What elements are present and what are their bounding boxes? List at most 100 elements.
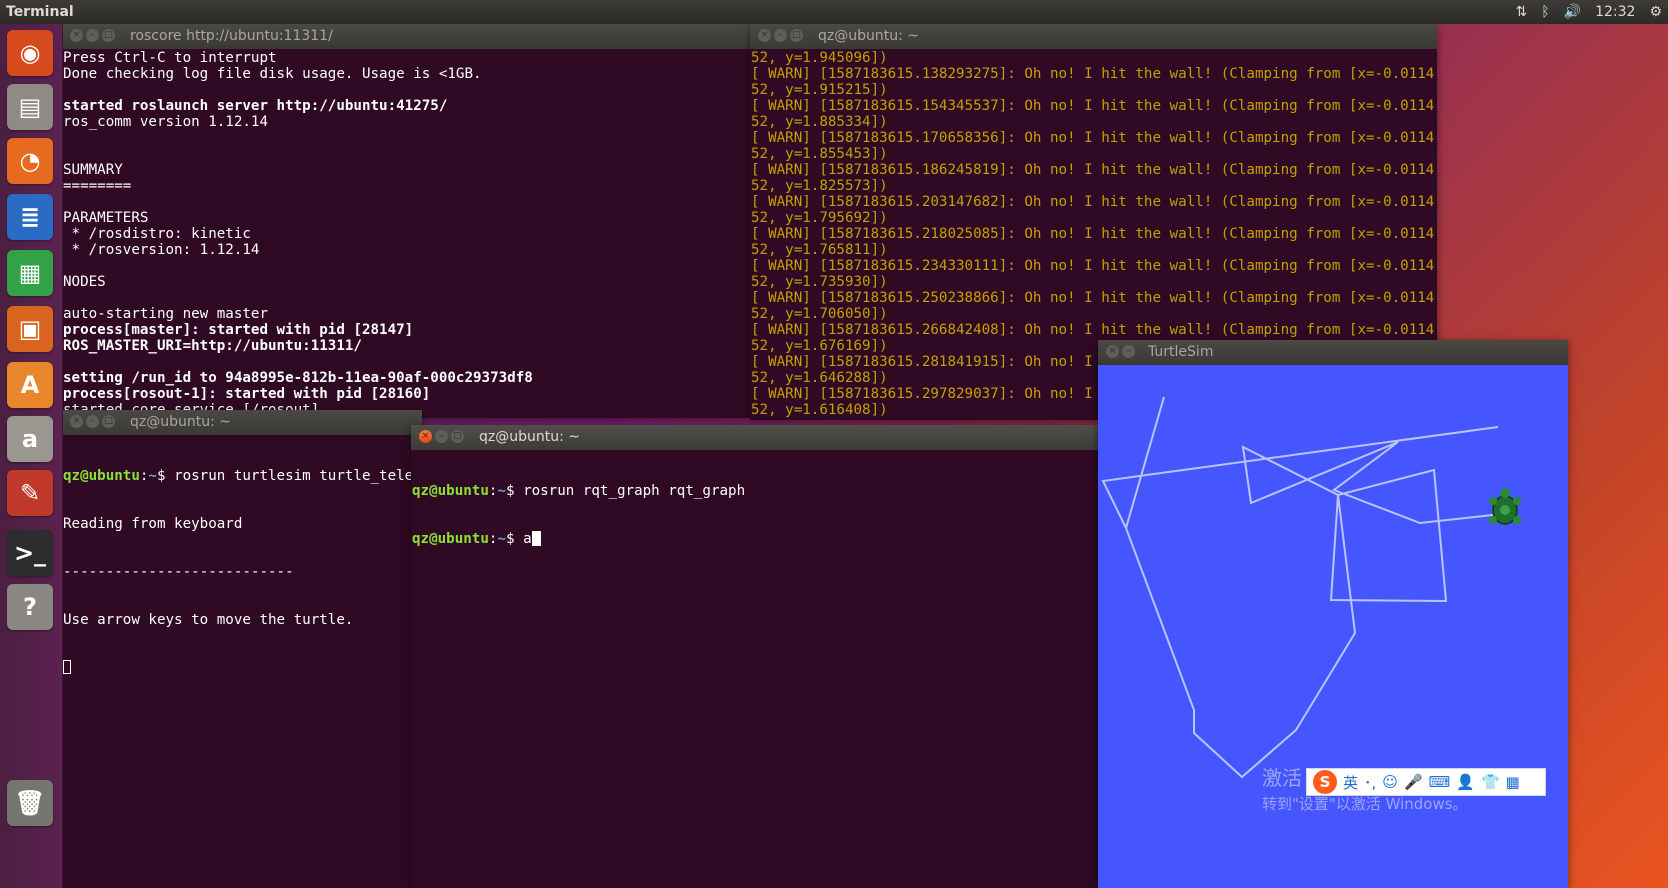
launcher-libreoffice-writer-icon[interactable]: ≣ <box>7 194 53 240</box>
output-line: auto-starting new master <box>63 306 268 322</box>
sogou-logo-icon[interactable]: S <box>1313 770 1337 794</box>
output-line: Done checking log file disk usage. Usage… <box>63 66 482 82</box>
close-button[interactable]: × <box>70 29 83 42</box>
window-title: TurtleSim <box>1148 344 1214 360</box>
prompt-user: qz@ubuntu <box>412 531 489 547</box>
launcher-files-icon[interactable]: ▤ <box>7 84 53 130</box>
warn-line: [ WARN] [1587183615.154345537]: Oh no! I… <box>751 98 1435 114</box>
grid-icon[interactable]: ▦ <box>1506 773 1520 791</box>
output-line: ======== <box>63 178 132 194</box>
warn-titlebar[interactable]: × – □ qz@ubuntu: ~ <box>750 24 1437 49</box>
close-button[interactable]: × <box>419 430 432 443</box>
warn-line: 52, y=1.855453]) <box>751 146 888 162</box>
maximize-button[interactable]: □ <box>790 29 803 42</box>
maximize-button[interactable]: □ <box>102 415 115 428</box>
warn-line: [ WARN] [1587183615.203147682]: Oh no! I… <box>751 194 1435 210</box>
turtle-icon <box>1489 488 1521 525</box>
volume-icon[interactable]: 🔊 <box>1564 0 1581 24</box>
prompt-path: ~ <box>497 531 506 547</box>
text-cursor <box>531 531 541 546</box>
bluetooth-icon[interactable]: ᛒ <box>1541 0 1549 24</box>
warn-line: 52, y=1.885334]) <box>751 114 888 130</box>
close-button[interactable]: × <box>70 415 83 428</box>
rqt-terminal-window[interactable]: × – □ qz@ubuntu: ~ qz@ubuntu:~$ rosrun r… <box>411 425 1098 888</box>
prompt-user: qz@ubuntu <box>63 468 140 484</box>
launcher-ubuntu-dash-icon[interactable]: ◉ <box>7 30 53 76</box>
maximize-button[interactable]: □ <box>102 29 115 42</box>
output-line: Reading from keyboard <box>63 516 243 532</box>
user-icon[interactable]: 👤 <box>1456 773 1475 791</box>
emoji-icon[interactable]: ☺ <box>1382 773 1398 791</box>
minimize-button[interactable]: – <box>435 430 448 443</box>
window-title: qz@ubuntu: ~ <box>479 429 581 445</box>
warn-line: 52, y=1.825573]) <box>751 178 888 194</box>
desktop-wallpaper <box>1437 24 1668 340</box>
sort-arrows-icon[interactable]: ⇅ <box>1516 0 1528 24</box>
active-app-title: Terminal <box>6 4 74 20</box>
ime-mode-toggle[interactable]: 英 <box>1343 772 1358 793</box>
warn-line: 52, y=1.915215]) <box>751 82 888 98</box>
shirt-icon[interactable]: 👕 <box>1481 773 1500 791</box>
launcher-libreoffice-calc-icon[interactable]: ▦ <box>7 250 53 296</box>
launcher-system-settings-icon[interactable]: ✎ <box>7 470 53 516</box>
warn-line: 52, y=1.795692]) <box>751 210 888 226</box>
ime-toolbar[interactable]: S 英 ･, ☺ 🎤 ⌨ 👤 👕 ▦ <box>1306 768 1546 796</box>
turtlesim-window[interactable]: × – TurtleSim <box>1098 340 1568 888</box>
output-line: PARAMETERS <box>63 210 149 226</box>
output-line: NODES <box>63 274 106 290</box>
window-title: roscore http://ubuntu:11311/ <box>130 28 333 44</box>
prompt-path: ~ <box>148 468 157 484</box>
output-line: ros_comm version 1.12.14 <box>63 114 268 130</box>
output-line: * /rosversion: 1.12.14 <box>63 242 260 258</box>
text-cursor <box>63 660 71 674</box>
roscore-titlebar[interactable]: × – □ roscore http://ubuntu:11311/ <box>62 24 750 49</box>
warn-line: 52, y=1.945096]) <box>751 50 888 66</box>
rqt-titlebar[interactable]: × – □ qz@ubuntu: ~ <box>411 425 1098 450</box>
roscore-terminal-window[interactable]: × – □ roscore http://ubuntu:11311/ Press… <box>62 24 750 418</box>
clock[interactable]: 12:32 <box>1595 0 1635 24</box>
typed-input[interactable]: a <box>523 531 532 547</box>
warn-line: [ WARN] [1587183615.250238866]: Oh no! I… <box>751 290 1435 306</box>
output-line: SUMMARY <box>63 162 123 178</box>
teleop-terminal-output[interactable]: qz@ubuntu:~$ rosrun turtlesim turtle_tel… <box>63 435 422 888</box>
punctuation-icon[interactable]: ･, <box>1364 772 1376 793</box>
top-panel: Terminal ⇅ ᛒ 🔊 12:32 ⚙ <box>0 0 1668 24</box>
gear-icon[interactable]: ⚙ <box>1649 0 1662 24</box>
warn-line: [ WARN] [1587183615.234330111]: Oh no! I… <box>751 258 1435 274</box>
launcher-libreoffice-impress-icon[interactable]: ▣ <box>7 306 53 352</box>
turtlesim-canvas[interactable] <box>1098 365 1568 888</box>
teleop-terminal-window[interactable]: × – □ qz@ubuntu: ~ qz@ubuntu:~$ rosrun t… <box>62 410 422 888</box>
output-line: process[master]: started with pid [28147… <box>63 322 414 338</box>
rqt-command: rosrun rqt_graph rqt_graph <box>523 483 746 499</box>
turtlesim-titlebar[interactable]: × – TurtleSim <box>1098 340 1568 365</box>
minimize-button[interactable]: – <box>1122 345 1135 358</box>
keyboard-icon[interactable]: ⌨ <box>1429 773 1451 791</box>
output-line: --------------------------- <box>63 564 294 580</box>
teleop-titlebar[interactable]: × – □ qz@ubuntu: ~ <box>62 410 422 435</box>
launcher-ubuntu-software-icon[interactable]: A <box>7 362 53 408</box>
launcher-amazon-icon[interactable]: a <box>7 416 53 462</box>
launcher-help-icon[interactable]: ? <box>7 584 53 630</box>
minimize-button[interactable]: – <box>86 29 99 42</box>
window-title: qz@ubuntu: ~ <box>130 414 232 430</box>
launcher: ◉ ▤ ◔ ≣ ▦ ▣ Aa ✎ >_? 🗑 <box>0 24 63 888</box>
close-button[interactable]: × <box>758 29 771 42</box>
maximize-button[interactable]: □ <box>451 430 464 443</box>
launcher-terminal-icon[interactable]: >_ <box>7 530 53 576</box>
minimize-button[interactable]: – <box>86 415 99 428</box>
minimize-button[interactable]: – <box>774 29 787 42</box>
launcher-trash-icon[interactable]: 🗑 <box>7 780 53 826</box>
rqt-terminal-output[interactable]: qz@ubuntu:~$ rosrun rqt_graph rqt_graph … <box>412 450 1098 888</box>
warn-line: [ WARN] [1587183615.186245819]: Oh no! I… <box>751 162 1435 178</box>
microphone-icon[interactable]: 🎤 <box>1404 773 1423 791</box>
prompt-user: qz@ubuntu <box>412 483 489 499</box>
window-title: qz@ubuntu: ~ <box>818 28 920 44</box>
roscore-terminal-output[interactable]: Press Ctrl-C to interrupt Done checking l… <box>63 49 750 418</box>
output-line: ROS_MASTER_URI=http://ubuntu:11311/ <box>63 338 362 354</box>
warn-line: [ WARN] [1587183615.266842408]: Oh no! I… <box>751 322 1435 338</box>
close-button[interactable]: × <box>1106 345 1119 358</box>
launcher-firefox-icon[interactable]: ◔ <box>7 138 53 184</box>
